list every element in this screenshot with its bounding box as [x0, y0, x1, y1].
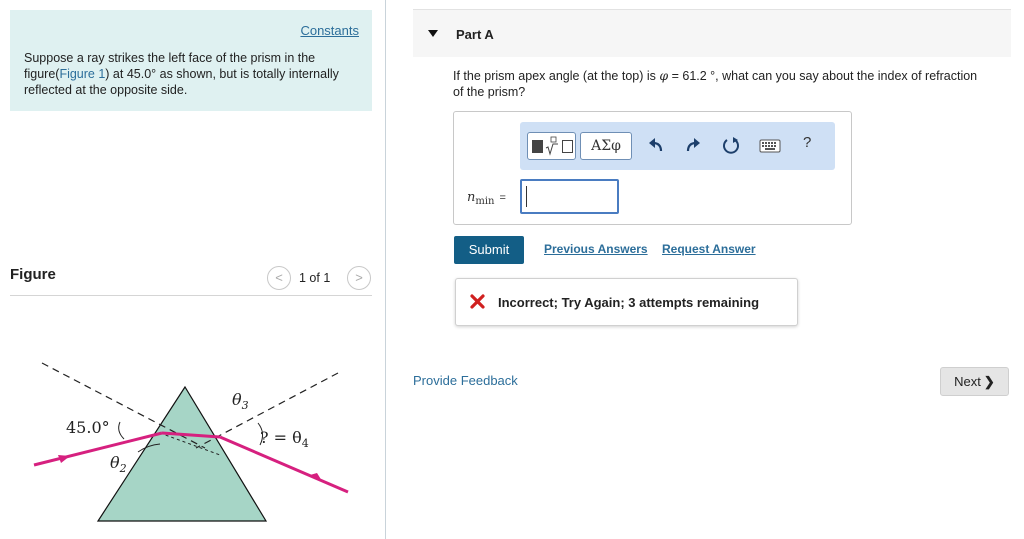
submit-button[interactable]: Submit — [454, 236, 524, 264]
collapse-caret-icon[interactable] — [428, 30, 438, 37]
prism-figure: 45.0° θ2 θ3 ? = θ4 — [33, 362, 349, 522]
problem-statement-box: Constants Suppose a ray strikes the left… — [10, 10, 372, 111]
angle-arc-incident — [118, 421, 125, 440]
answer-variable-subscript: min — [475, 196, 495, 207]
figure-link[interactable]: Figure 1 — [59, 67, 105, 81]
problem-text: Suppose a ray strikes the left face of t… — [24, 50, 354, 98]
left-column: Constants Suppose a ray strikes the left… — [0, 0, 386, 539]
figure-title: Figure — [10, 266, 56, 283]
question-text-before: If the prism apex angle (at the top) is — [453, 69, 660, 83]
provide-feedback-link[interactable]: Provide Feedback — [413, 373, 518, 388]
label-theta4: ? = θ4 — [260, 428, 309, 450]
redo-icon[interactable] — [683, 136, 703, 156]
answer-input[interactable] — [520, 179, 619, 214]
chevron-right-icon: ❯ — [983, 374, 995, 389]
label-theta3: θ3 — [232, 390, 249, 412]
templates-filled-square-icon — [532, 140, 543, 153]
feedback-message: Incorrect; Try Again; 3 attempts remaini… — [498, 295, 760, 310]
answer-variable-label: nmin = — [467, 190, 506, 207]
label-incident-angle: 45.0° — [66, 418, 110, 437]
figure-page-count: 1 of 1 — [299, 271, 331, 285]
figure-next-button[interactable]: > — [347, 266, 371, 290]
part-header[interactable]: Part A — [413, 9, 1011, 57]
text-cursor — [526, 186, 527, 207]
templates-button[interactable] — [527, 132, 576, 160]
figure-prev-button[interactable]: < — [267, 266, 291, 290]
answer-box: ΑΣφ ? nmin = — [453, 111, 852, 225]
radical-icon — [545, 136, 558, 156]
previous-answers-link[interactable]: Previous Answers — [544, 242, 648, 256]
label-theta2: θ2 — [110, 453, 127, 475]
next-button-label: Next — [954, 374, 981, 389]
part-title: Part A — [456, 27, 494, 42]
math-toolbar: ΑΣφ ? — [520, 122, 835, 170]
request-answer-link[interactable]: Request Answer — [662, 242, 756, 256]
answer-equals-sign: = — [499, 192, 506, 204]
incident-ray-arrow — [58, 455, 70, 463]
greek-symbols-button[interactable]: ΑΣφ — [580, 132, 632, 160]
keyboard-icon[interactable] — [759, 138, 781, 154]
undo-icon[interactable] — [646, 136, 666, 156]
next-button[interactable]: Next ❯ — [940, 367, 1009, 396]
phi-symbol: φ — [659, 68, 669, 83]
templates-empty-square-icon — [562, 140, 573, 153]
question-text: If the prism apex angle (at the top) is … — [453, 68, 983, 100]
constants-link[interactable]: Constants — [300, 23, 359, 38]
reset-icon[interactable] — [721, 136, 741, 156]
incorrect-x-icon — [470, 294, 485, 309]
feedback-message-box: Incorrect; Try Again; 3 attempts remaini… — [455, 278, 798, 326]
help-icon[interactable]: ? — [803, 134, 817, 154]
figure-header: Figure < 1 of 1 > — [10, 262, 372, 296]
